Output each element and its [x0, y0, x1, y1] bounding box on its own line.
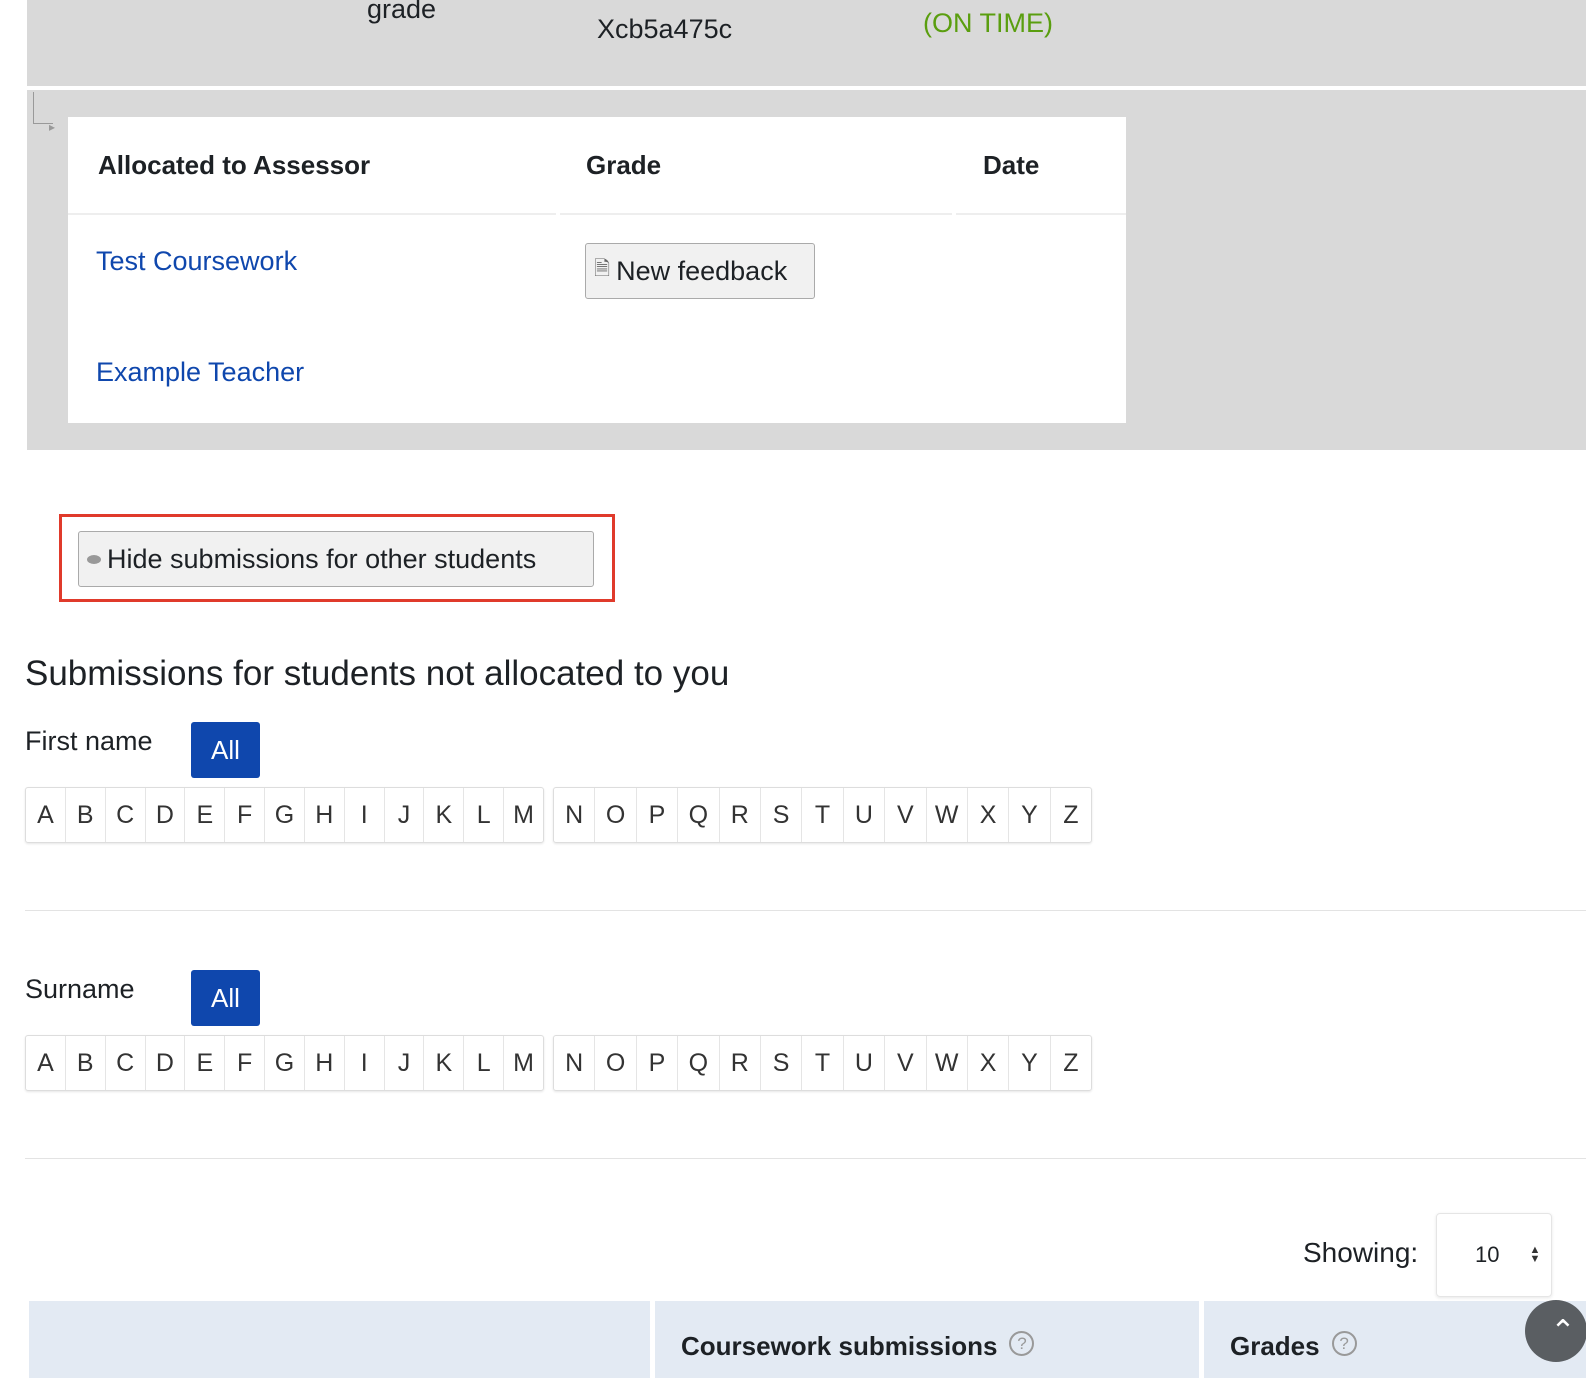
- table-header-blank: [29, 1301, 650, 1378]
- grade-label: grade: [367, 0, 437, 24]
- hide-submissions-label: Hide submissions for other students: [107, 543, 537, 574]
- first-name-letter-t[interactable]: T: [802, 788, 844, 842]
- surname-letter-n[interactable]: N: [554, 1036, 596, 1090]
- surname-letter-v[interactable]: V: [885, 1036, 927, 1090]
- surname-letter-u[interactable]: U: [844, 1036, 886, 1090]
- help-icon[interactable]: ?: [1009, 1331, 1035, 1356]
- first-name-letter-w[interactable]: W: [927, 788, 968, 842]
- first-name-letters-a-m: ABCDEFGHIJKLM: [25, 787, 544, 843]
- first-name-letter-p[interactable]: P: [637, 788, 679, 842]
- first-name-letter-z[interactable]: Z: [1051, 788, 1091, 842]
- first-name-letter-c[interactable]: C: [106, 788, 146, 842]
- surname-letter-d[interactable]: D: [146, 1036, 186, 1090]
- surname-letter-x[interactable]: X: [968, 1036, 1010, 1090]
- first-name-letter-v[interactable]: V: [885, 788, 927, 842]
- surname-letter-h[interactable]: H: [305, 1036, 345, 1090]
- surname-letter-o[interactable]: O: [595, 1036, 637, 1090]
- divider: [25, 1158, 1586, 1159]
- surname-letter-w[interactable]: W: [927, 1036, 968, 1090]
- first-name-letter-o[interactable]: O: [595, 788, 637, 842]
- first-name-letter-h[interactable]: H: [305, 788, 345, 842]
- surname-letter-t[interactable]: T: [802, 1036, 844, 1090]
- assessor-link-test-coursework[interactable]: Test Coursework: [96, 246, 297, 277]
- first-name-letter-k[interactable]: K: [424, 788, 465, 842]
- eye-icon: [87, 554, 101, 564]
- first-name-letters-n-z: NOPQRSTUVWXYZ: [553, 787, 1092, 843]
- surname-letter-k[interactable]: K: [424, 1036, 465, 1090]
- scroll-to-top-button[interactable]: ⌃: [1525, 1300, 1586, 1362]
- surname-letter-q[interactable]: Q: [678, 1036, 720, 1090]
- first-name-letter-j[interactable]: J: [385, 788, 425, 842]
- page-heading: Submissions for students not allocated t…: [25, 654, 730, 693]
- first-name-letter-y[interactable]: Y: [1009, 788, 1051, 842]
- chevron-up-icon: ⌃: [1550, 1314, 1576, 1348]
- submissions-header-label: Coursework submissions: [681, 1331, 998, 1361]
- header-assessor: Allocated to Assessor: [68, 117, 556, 215]
- surname-letter-g[interactable]: G: [265, 1036, 305, 1090]
- surname-letter-c[interactable]: C: [106, 1036, 146, 1090]
- new-feedback-button[interactable]: 🗎 New feedback: [585, 243, 815, 299]
- first-name-letter-g[interactable]: G: [265, 788, 305, 842]
- first-name-letter-e[interactable]: E: [185, 788, 226, 842]
- grades-header-label: Grades: [1230, 1331, 1320, 1361]
- first-name-label: First name: [25, 726, 153, 756]
- surname-letter-b[interactable]: B: [66, 1036, 106, 1090]
- surname-letters-a-m: ABCDEFGHIJKLM: [25, 1035, 544, 1091]
- first-name-letter-m[interactable]: M: [504, 788, 543, 842]
- help-icon[interactable]: ?: [1331, 1331, 1357, 1356]
- surname-letter-j[interactable]: J: [385, 1036, 425, 1090]
- table-header-submissions: Coursework submissions?: [655, 1301, 1199, 1378]
- surname-letter-i[interactable]: I: [345, 1036, 385, 1090]
- submission-id: Xcb5a475c: [597, 14, 733, 44]
- surname-label: Surname: [25, 974, 135, 1004]
- first-name-letter-x[interactable]: X: [968, 788, 1010, 842]
- surname-letter-p[interactable]: P: [637, 1036, 679, 1090]
- status-on-time: (ON TIME): [923, 8, 1053, 38]
- surname-letter-z[interactable]: Z: [1051, 1036, 1091, 1090]
- first-name-letter-r[interactable]: R: [720, 788, 761, 842]
- hide-submissions-button[interactable]: Hide submissions for other students: [78, 531, 594, 587]
- surname-letter-m[interactable]: M: [504, 1036, 543, 1090]
- assessor-link-example-teacher[interactable]: Example Teacher: [96, 357, 304, 388]
- showing-label: Showing:: [1303, 1237, 1419, 1268]
- first-name-letter-q[interactable]: Q: [678, 788, 720, 842]
- surname-letter-f[interactable]: F: [225, 1036, 266, 1090]
- first-name-letter-a[interactable]: A: [26, 788, 66, 842]
- first-name-letter-u[interactable]: U: [844, 788, 886, 842]
- page-size-value: 10: [1475, 1242, 1500, 1267]
- first-name-letter-n[interactable]: N: [554, 788, 596, 842]
- page-size-select[interactable]: 10 ▲ ▼: [1436, 1213, 1552, 1297]
- surname-letter-s[interactable]: S: [761, 1036, 803, 1090]
- first-name-letter-i[interactable]: I: [345, 788, 385, 842]
- submission-row: grade Xcb5a475c (ON TIME): [27, 0, 1586, 86]
- first-name-all-button[interactable]: All: [191, 722, 260, 778]
- new-feedback-label: New feedback: [616, 255, 788, 286]
- sort-arrows-icon: ▲ ▼: [1529, 1244, 1541, 1265]
- first-name-letter-l[interactable]: L: [464, 788, 505, 842]
- document-add-icon: 🗎: [594, 258, 611, 280]
- surname-letter-y[interactable]: Y: [1009, 1036, 1051, 1090]
- surname-letter-e[interactable]: E: [185, 1036, 226, 1090]
- header-grade: Grade: [560, 117, 952, 215]
- first-name-letter-d[interactable]: D: [146, 788, 186, 842]
- surname-all-button[interactable]: All: [191, 970, 260, 1026]
- first-name-letter-b[interactable]: B: [66, 788, 106, 842]
- surname-letter-l[interactable]: L: [464, 1036, 505, 1090]
- arrowhead-icon: ▸: [49, 120, 56, 134]
- surname-letter-a[interactable]: A: [26, 1036, 66, 1090]
- surname-letter-r[interactable]: R: [720, 1036, 761, 1090]
- header-date: Date: [956, 117, 1126, 215]
- first-name-letter-f[interactable]: F: [225, 788, 266, 842]
- first-name-letter-s[interactable]: S: [761, 788, 803, 842]
- surname-letters-n-z: NOPQRSTUVWXYZ: [553, 1035, 1092, 1091]
- divider: [25, 910, 1586, 911]
